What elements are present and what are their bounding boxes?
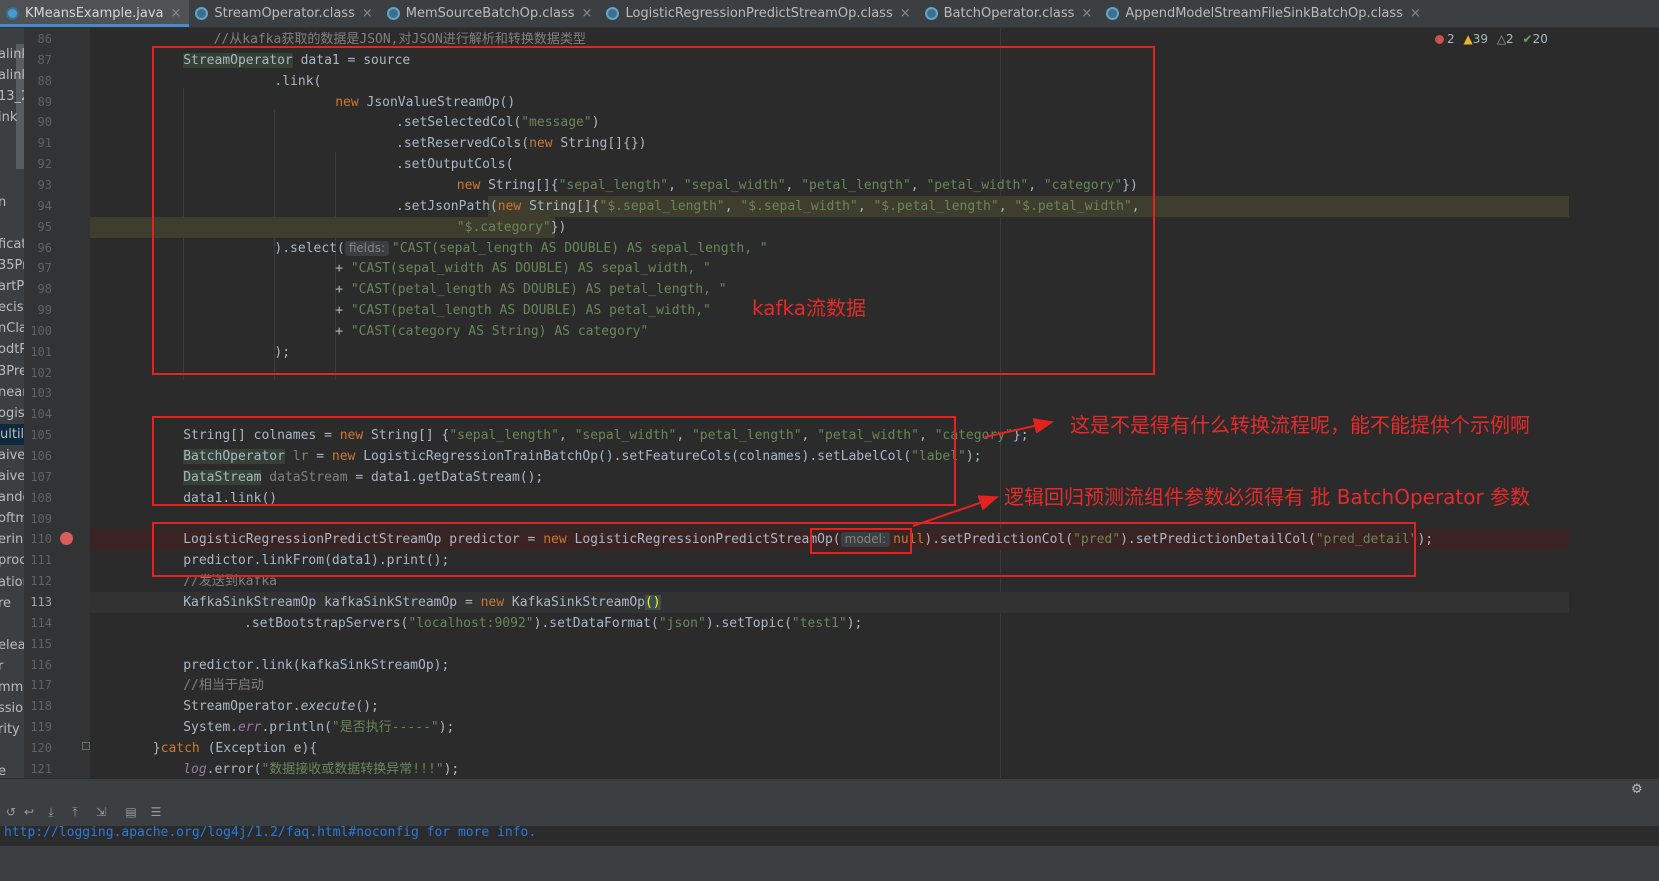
line-number: 107: [30, 469, 52, 484]
line-number: 93: [37, 177, 52, 192]
line-number: 113: [30, 594, 52, 609]
line-number: 103: [30, 386, 52, 401]
line-number: 97: [37, 261, 52, 276]
line-number: 110: [30, 532, 52, 547]
line-number: 96: [37, 240, 52, 255]
line-number: 121: [30, 761, 52, 776]
line-number: 111: [30, 553, 52, 568]
line-number: 104: [30, 407, 52, 422]
line-number: 94: [37, 198, 52, 213]
line-number: 105: [30, 428, 52, 443]
line-number: 120: [30, 740, 52, 755]
line-number: 119: [30, 720, 52, 735]
line-number: 87: [37, 52, 52, 67]
line-number: 114: [30, 615, 52, 630]
line-number: 118: [30, 699, 52, 714]
annotation-arrows: [912, 418, 1054, 527]
line-number: 90: [37, 115, 52, 130]
arrow-to-question: [984, 418, 1054, 438]
line-number: 116: [30, 657, 52, 672]
line-number: 98: [37, 282, 52, 297]
line-number: 109: [30, 511, 52, 526]
line-number: 89: [37, 94, 52, 109]
line-number: 106: [30, 449, 52, 463]
line-number: 95: [37, 219, 52, 234]
line-number: 92: [37, 157, 52, 172]
line-number: 99: [37, 303, 52, 318]
line-number: 112: [30, 574, 52, 589]
line-number: 117: [30, 678, 52, 693]
line-number: 91: [37, 136, 52, 151]
line-number: 101: [30, 344, 52, 359]
arrow-to-note: [912, 495, 999, 527]
line-number: 88: [37, 73, 52, 88]
line-number: 108: [30, 490, 52, 505]
line-number: 86: [37, 32, 52, 46]
line-number: 100: [30, 323, 52, 338]
line-number: 115: [30, 636, 52, 651]
line-number: 102: [30, 365, 52, 380]
